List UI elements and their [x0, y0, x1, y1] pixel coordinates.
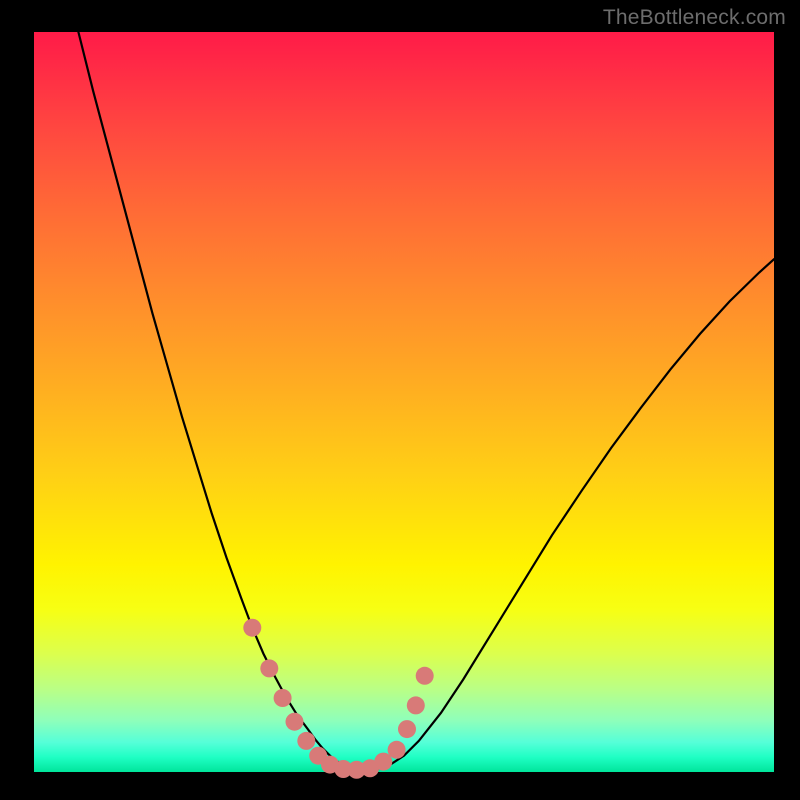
plot-area [34, 32, 774, 772]
chart-svg [34, 32, 774, 772]
highlight-dot [297, 732, 315, 750]
chart-frame: TheBottleneck.com [0, 0, 800, 800]
highlight-dot [398, 720, 416, 738]
watermark-text: TheBottleneck.com [603, 6, 786, 30]
highlight-dot [407, 696, 425, 714]
highlight-dot [286, 713, 304, 731]
highlight-dot [260, 659, 278, 677]
highlight-dot [416, 667, 434, 685]
curve-line [78, 32, 774, 770]
highlight-dot [243, 619, 261, 637]
highlight-dot [274, 689, 292, 707]
highlight-dot [388, 741, 406, 759]
